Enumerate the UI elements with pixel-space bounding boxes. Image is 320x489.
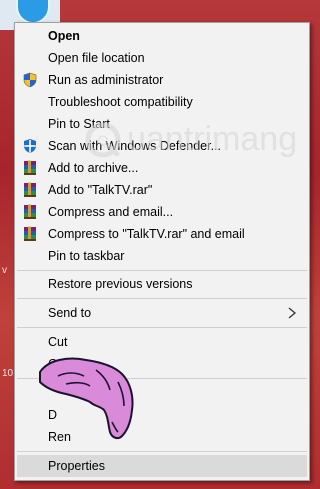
menu-separator	[17, 298, 307, 299]
menu-item-label: Scan with Windows Defender...	[48, 139, 221, 153]
menu-item-rename[interactable]: Ren	[17, 426, 307, 448]
menu-item-cut[interactable]: Cut	[17, 331, 307, 353]
app-logo-icon	[16, 0, 50, 24]
menu-item-run-as-administrator[interactable]: Run as administrator	[17, 69, 307, 91]
menu-item-add-to-talktv-rar[interactable]: Add to "TalkTV.rar"	[17, 179, 307, 201]
menu-item-create-shortcut[interactable]: cut	[17, 382, 307, 404]
winrar-icon	[24, 160, 36, 175]
menu-separator	[17, 451, 307, 452]
menu-item-label: Send to	[48, 306, 92, 320]
menu-separator	[17, 270, 307, 271]
winrar-icon	[24, 182, 36, 197]
menu-item-compress-to-talktv-rar-and-email[interactable]: Compress to "TalkTV.rar" and email	[17, 223, 307, 245]
menu-item-copy[interactable]: Cop	[17, 353, 307, 375]
menu-item-restore-previous-versions[interactable]: Restore previous versions	[17, 273, 307, 295]
menu-item-label: D	[48, 408, 58, 422]
desktop-label-fragment: v	[2, 265, 7, 276]
menu-item-label: Ren	[48, 430, 71, 444]
menu-item-label: Cop	[48, 357, 71, 371]
menu-item-label: Restore previous versions	[48, 277, 193, 291]
menu-item-add-to-archive[interactable]: Add to archive...	[17, 157, 307, 179]
menu-item-label: Cut	[48, 335, 68, 349]
context-menu: Open Open file location Run as administr…	[14, 22, 310, 481]
menu-item-pin-to-taskbar[interactable]: Pin to taskbar	[17, 245, 307, 267]
menu-item-properties[interactable]: Properties	[17, 455, 307, 477]
menu-item-label: Pin to taskbar	[48, 249, 125, 263]
menu-item-compress-and-email[interactable]: Compress and email...	[17, 201, 307, 223]
chevron-right-icon	[288, 307, 297, 319]
menu-item-label: Run as administrator	[48, 73, 164, 87]
menu-item-open[interactable]: Open	[17, 25, 307, 47]
menu-item-label: Compress to "TalkTV.rar" and email	[48, 227, 245, 241]
menu-item-send-to[interactable]: Send to	[17, 302, 307, 324]
menu-item-label: Open file location	[48, 51, 145, 65]
menu-item-label: Add to "TalkTV.rar"	[48, 183, 153, 197]
menu-separator	[17, 327, 307, 328]
menu-item-delete[interactable]: D	[17, 404, 307, 426]
menu-item-label: Pin to Start	[48, 117, 110, 131]
menu-item-pin-to-start[interactable]: Pin to Start	[17, 113, 307, 135]
winrar-icon	[24, 226, 36, 241]
windows-defender-icon	[24, 139, 36, 153]
desktop-label-fragment: 10	[2, 368, 14, 379]
menu-item-troubleshoot-compatibility[interactable]: Troubleshoot compatibility	[17, 91, 307, 113]
menu-item-label: Open	[48, 29, 80, 43]
menu-item-open-file-location[interactable]: Open file location	[17, 47, 307, 69]
menu-item-label: Troubleshoot compatibility	[48, 95, 193, 109]
menu-item-label: Compress and email...	[48, 205, 174, 219]
menu-item-scan-with-windows-defender[interactable]: Scan with Windows Defender...	[17, 135, 307, 157]
menu-item-label: Properties	[48, 459, 105, 473]
menu-separator	[17, 378, 307, 379]
uac-shield-icon	[23, 72, 37, 88]
menu-item-label: Add to archive...	[48, 161, 139, 175]
menu-item-label: cut	[113, 386, 130, 400]
winrar-icon	[24, 204, 36, 219]
